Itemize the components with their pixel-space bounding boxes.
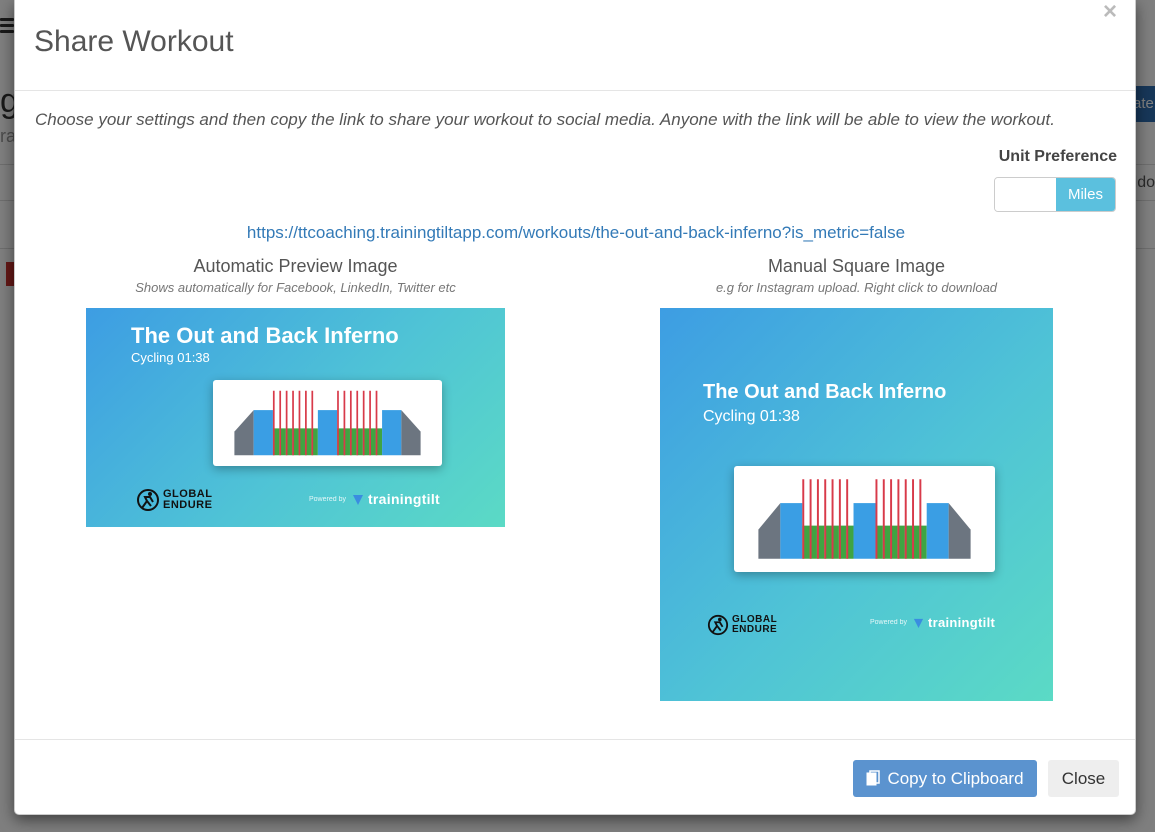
- close-icon[interactable]: ×: [1103, 0, 1117, 24]
- profile-segment: [897, 479, 900, 559]
- manual-square-image[interactable]: The Out and Back Inferno Cycling 01:38 G…: [660, 308, 1053, 701]
- profile-segment: [337, 390, 339, 456]
- powered-by-text: Powered by: [870, 619, 907, 626]
- profile-segment: [816, 479, 819, 559]
- profile-segment: [305, 390, 307, 456]
- profile-segment: [919, 479, 922, 559]
- profile-segment: [838, 479, 841, 559]
- global-endure-logo: GLOBAL ENDURE: [136, 488, 212, 512]
- logo-line-2: ENDURE: [163, 499, 213, 511]
- copy-to-clipboard-button[interactable]: Copy to Clipboard: [853, 760, 1037, 797]
- automatic-preview-heading: Automatic Preview Image: [193, 256, 398, 276]
- trainingtilt-logo-icon: [913, 618, 924, 628]
- profile-segment: [853, 503, 876, 559]
- share-workout-modal: Share Workout × Choose your settings and…: [14, 0, 1136, 815]
- profile-segment: [875, 479, 878, 559]
- profile-segment: [279, 390, 282, 456]
- workout-profile-card: [213, 380, 442, 466]
- profile-segment: [311, 390, 314, 456]
- profile-segment: [349, 390, 352, 456]
- trainingtilt-logo-icon: [352, 494, 363, 505]
- profile-segment: [890, 479, 893, 559]
- profile-segment: [831, 479, 834, 559]
- profile-segment: [356, 390, 359, 456]
- logo-line-2: ENDURE: [732, 624, 778, 635]
- toggle-off-side[interactable]: [995, 178, 1056, 211]
- profile-segment: [362, 390, 365, 456]
- unit-preference-label: Unit Preference: [998, 148, 1117, 165]
- profile-segment: [253, 410, 273, 456]
- profile-segment: [780, 503, 803, 559]
- workout-profile-chart: [758, 479, 971, 559]
- runner-logo-icon: [707, 614, 729, 636]
- profile-segment: [846, 479, 849, 559]
- profile-segment: [298, 390, 301, 456]
- profile-segment: [382, 410, 402, 456]
- profile-ramp: [948, 503, 971, 559]
- profile-segment: [809, 479, 812, 559]
- profile-segment: [882, 479, 885, 559]
- automatic-preview-subheading: Shows automatically for Facebook, Linked…: [135, 280, 456, 295]
- profile-segment: [375, 390, 378, 456]
- intro-text: Choose your settings and then copy the l…: [35, 110, 1055, 129]
- preview-workout-meta: Cycling 01:38: [131, 350, 210, 365]
- clipboard-icon: [866, 770, 881, 786]
- automatic-preview-image[interactable]: The Out and Back Inferno Cycling 01:38 G…: [86, 308, 505, 527]
- share-link[interactable]: https://ttcoaching.trainingtiltapp.com/w…: [15, 223, 1137, 243]
- profile-segment: [292, 390, 294, 456]
- close-button[interactable]: Close: [1048, 760, 1119, 797]
- square-workout-title: The Out and Back Inferno: [703, 381, 947, 403]
- copy-button-label: Copy to Clipboard: [887, 768, 1024, 788]
- powered-by-badge: Powered by trainingtilt: [309, 491, 440, 507]
- profile-segment: [926, 503, 949, 559]
- toggle-miles-option[interactable]: Miles: [1056, 178, 1115, 211]
- modal-header: Share Workout ×: [15, 0, 1135, 91]
- global-endure-logo: GLOBAL ENDURE: [707, 614, 777, 636]
- profile-segment: [369, 390, 371, 456]
- profile-segment: [802, 479, 805, 559]
- profile-segment: [343, 390, 346, 456]
- manual-square-subheading: e.g for Instagram upload. Right click to…: [715, 280, 998, 295]
- unit-preference-toggle[interactable]: Miles: [994, 177, 1116, 212]
- powered-by-badge: Powered by trainingtilt: [870, 615, 995, 630]
- runner-logo-icon: [137, 489, 159, 511]
- profile-segment: [272, 390, 275, 456]
- powered-by-text: Powered by: [309, 495, 346, 503]
- profile-segment: [285, 390, 288, 456]
- modal-title: Share Workout: [34, 25, 234, 58]
- square-workout-meta: Cycling 01:38: [703, 408, 800, 425]
- profile-ramp: [234, 410, 254, 456]
- workout-profile-chart: [234, 390, 421, 456]
- brand-name: trainingtilt: [927, 615, 996, 630]
- modal-footer: Copy to Clipboard Close: [15, 739, 1135, 816]
- profile-segment: [912, 479, 915, 559]
- brand-name: trainingtilt: [367, 491, 441, 507]
- profile-segment: [904, 479, 907, 559]
- manual-square-heading: Manual Square Image: [767, 256, 946, 276]
- profile-ramp: [401, 410, 421, 456]
- profile-segment: [317, 410, 338, 456]
- preview-workout-title: The Out and Back Inferno: [131, 323, 399, 348]
- profile-ramp: [758, 503, 781, 559]
- workout-profile-card: [734, 466, 995, 572]
- profile-segment: [824, 479, 827, 559]
